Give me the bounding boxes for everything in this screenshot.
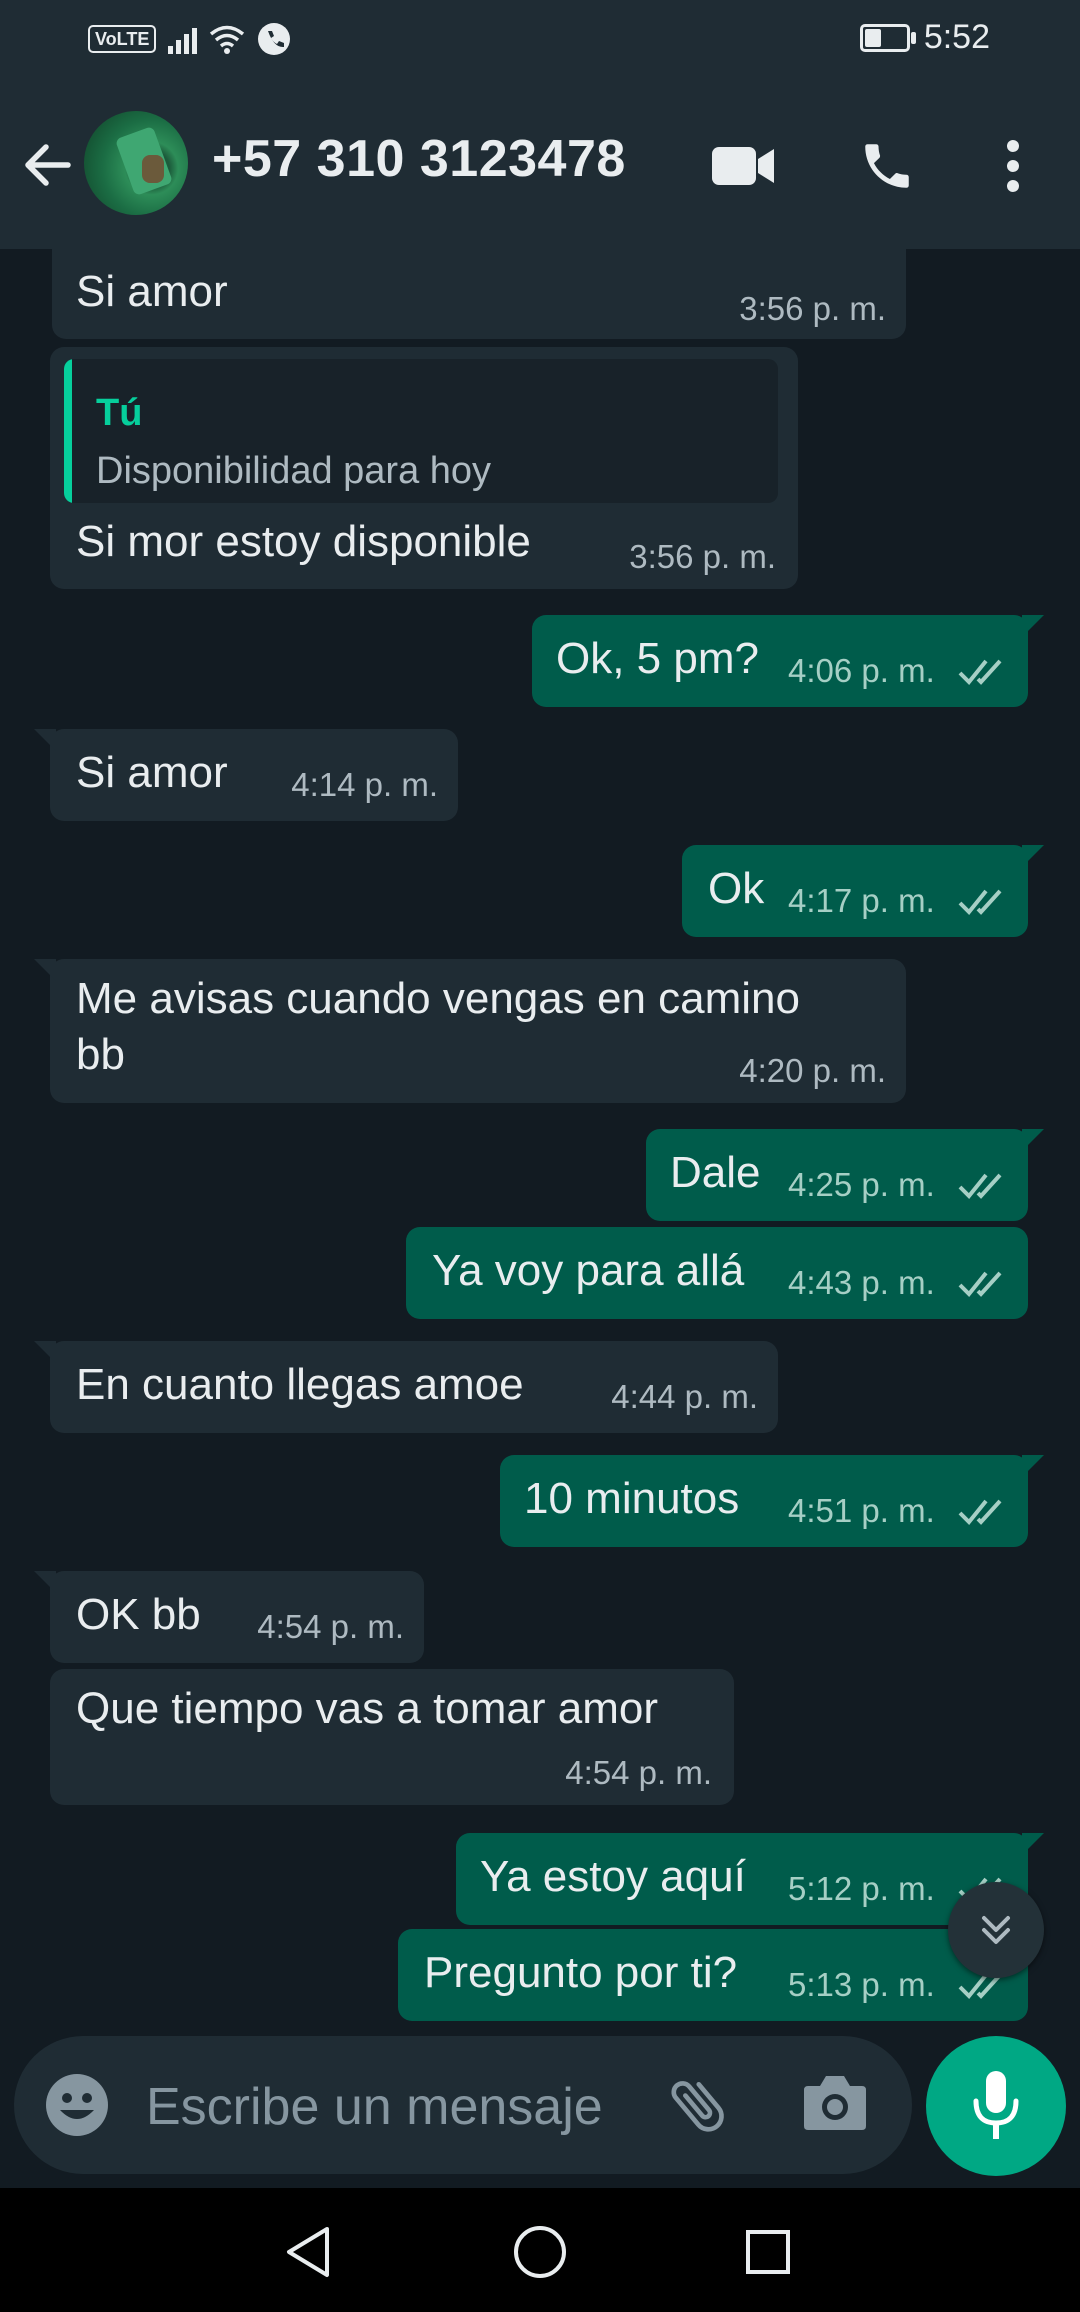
- read-receipt-icon: [958, 1173, 1002, 1199]
- message-input[interactable]: [144, 2066, 628, 2148]
- message-time: 4:44 p. m.: [611, 1378, 758, 1415]
- double-chevron-down-icon: [982, 1916, 1010, 1944]
- message-text: Ya voy para allá: [432, 1246, 745, 1295]
- message-text: Si mor estoy disponible: [76, 517, 531, 566]
- voice-message-button[interactable]: [926, 2036, 1066, 2176]
- chat-header: +57 310 3123478: [0, 81, 1080, 249]
- message-time: 4:17 p. m.: [788, 882, 935, 919]
- compose-bar: [14, 2036, 912, 2174]
- message-time: 4:20 p. m.: [739, 1052, 886, 1089]
- message-time: 4:51 p. m.: [788, 1492, 935, 1529]
- message-incoming[interactable]: Si amor 4:14 p. m.: [34, 729, 458, 821]
- message-outgoing[interactable]: Ya estoy aquí 5:12 p. m.: [456, 1833, 1044, 1925]
- message-incoming[interactable]: OK bb 4:54 p. m.: [34, 1571, 424, 1663]
- message-incoming[interactable]: Que tiempo vas a tomar amor 4:54 p. m.: [50, 1669, 734, 1805]
- status-bar: VoLTE 5:52: [0, 0, 1080, 81]
- message-outgoing[interactable]: Ok 4:17 p. m.: [682, 845, 1044, 937]
- message-text: Pregunto por ti?: [424, 1948, 738, 1997]
- read-receipt-icon: [958, 889, 1002, 915]
- message-text: Ya estoy aquí: [480, 1852, 746, 1901]
- camera-icon[interactable]: [802, 2072, 868, 2132]
- message-text: OK bb: [76, 1590, 201, 1639]
- volte-icon: VoLTE: [88, 25, 157, 53]
- message-incoming-reply[interactable]: Tú Disponibilidad para hoy Si mor estoy …: [50, 347, 798, 589]
- status-right: 5:52: [859, 18, 990, 57]
- scroll-to-bottom-button[interactable]: [948, 1882, 1044, 1978]
- message-time: 5:12 p. m.: [788, 1870, 935, 1907]
- video-call-icon[interactable]: [708, 131, 778, 201]
- signal-icon: [168, 24, 198, 54]
- quote-bar: [64, 359, 72, 503]
- read-receipt-icon: [958, 1499, 1002, 1525]
- system-nav-bar: [0, 2188, 1080, 2312]
- emoji-icon[interactable]: [44, 2072, 110, 2138]
- message-incoming[interactable]: Si amor 3:56 p. m.: [52, 249, 906, 339]
- nav-back-icon[interactable]: [278, 2222, 338, 2282]
- voice-call-icon[interactable]: [852, 131, 922, 201]
- attach-icon[interactable]: [664, 2070, 734, 2140]
- quote-text: Disponibilidad para hoy: [96, 450, 492, 492]
- message-text: Dale: [670, 1148, 761, 1197]
- message-list[interactable]: Si amor 3:56 p. m. Tú Disponibilidad par…: [0, 249, 1080, 2029]
- avatar[interactable]: [84, 111, 188, 215]
- more-vert-icon[interactable]: [978, 131, 1048, 201]
- message-text: En cuanto llegas amoe: [76, 1360, 524, 1409]
- message-text: Ok: [708, 864, 765, 913]
- quoted-message[interactable]: Tú Disponibilidad para hoy: [64, 359, 778, 503]
- message-text: Ok, 5 pm?: [556, 634, 759, 683]
- message-text: Que tiempo vas a tomar amor: [76, 1684, 659, 1733]
- message-outgoing[interactable]: Ya voy para allá 4:43 p. m.: [406, 1227, 1028, 1319]
- message-text: Si amor: [76, 267, 228, 316]
- message-time: 3:56 p. m.: [739, 290, 886, 327]
- message-outgoing[interactable]: Dale 4:25 p. m.: [646, 1129, 1044, 1221]
- message-outgoing[interactable]: Pregunto por ti? 5:13 p. m.: [398, 1929, 1028, 2021]
- read-receipt-icon: [958, 659, 1002, 685]
- microphone-icon: [973, 2071, 1019, 2139]
- message-outgoing[interactable]: Ok, 5 pm? 4:06 p. m.: [532, 615, 1044, 707]
- message-time: 4:25 p. m.: [788, 1166, 935, 1203]
- wifi-calling-icon: [258, 23, 291, 55]
- message-time: 4:43 p. m.: [788, 1264, 935, 1301]
- message-text: Si amor: [76, 748, 228, 797]
- nav-home-icon[interactable]: [510, 2222, 570, 2282]
- wifi-icon: [210, 25, 245, 54]
- message-incoming[interactable]: En cuanto llegas amoe 4:44 p. m.: [34, 1341, 778, 1433]
- message-text: 10 minutos: [524, 1474, 740, 1523]
- message-time: 5:13 p. m.: [788, 1966, 935, 2003]
- message-outgoing[interactable]: 10 minutos 4:51 p. m.: [500, 1455, 1044, 1547]
- message-time: 3:56 p. m.: [629, 538, 776, 575]
- quote-author: Tú: [96, 392, 143, 434]
- message-time: 4:14 p. m.: [291, 766, 438, 803]
- contact-name[interactable]: +57 310 3123478: [212, 129, 626, 189]
- read-receipt-icon: [958, 1271, 1002, 1297]
- message-time: 4:54 p. m.: [565, 1754, 712, 1791]
- back-arrow-icon[interactable]: [20, 137, 76, 193]
- message-time: 4:06 p. m.: [788, 652, 935, 689]
- message-text: Me avisas cuando vengas en camino: [76, 974, 800, 1023]
- nav-recents-icon[interactable]: [738, 2222, 798, 2282]
- message-incoming[interactable]: Me avisas cuando vengas en camino bb 4:2…: [34, 959, 906, 1103]
- message-time: 4:54 p. m.: [257, 1608, 404, 1645]
- message-text: bb: [76, 1030, 125, 1079]
- battery-icon: [859, 23, 916, 52]
- status-left: VoLTE: [88, 22, 291, 56]
- clock: 5:52: [923, 18, 990, 56]
